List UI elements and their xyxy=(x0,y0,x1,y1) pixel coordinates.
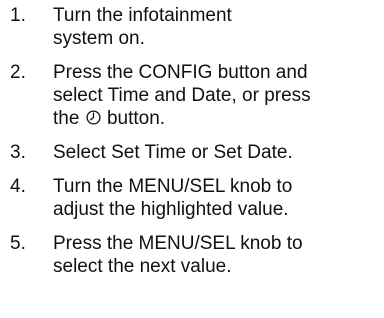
step-number: 4. xyxy=(10,176,26,197)
step-text: Turn the infotainment system on. xyxy=(53,5,232,49)
step-number: 2. xyxy=(10,62,26,83)
step-text: Turn the MENU/SEL knob to adjust the hig… xyxy=(53,176,293,220)
step-number: 3. xyxy=(10,142,26,163)
step-text-after-icon: button. xyxy=(101,108,166,129)
step-number: 5. xyxy=(10,233,26,254)
step-text: Press the MENU/SEL knob to select the ne… xyxy=(53,233,303,277)
clock-icon xyxy=(86,110,101,125)
step-text: Select Set Time or Set Date. xyxy=(53,142,293,163)
step-number: 1. xyxy=(10,5,26,26)
step-text: Press the CONFIG button and select Time … xyxy=(53,61,378,130)
